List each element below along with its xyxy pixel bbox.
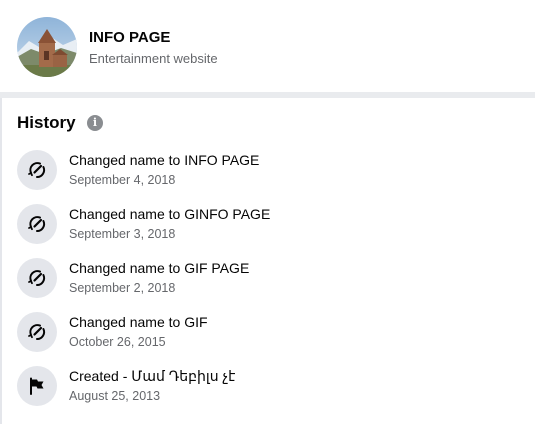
history-item-date: September 4, 2018 xyxy=(69,173,176,187)
history-item: Changed name to INFO PAGE September 4, 2… xyxy=(0,144,535,198)
history-list: Changed name to INFO PAGE September 4, 2… xyxy=(0,144,535,414)
history-item: Changed name to GIF PAGE September 2, 20… xyxy=(0,252,535,306)
history-item-date: October 26, 2015 xyxy=(69,335,166,349)
section-divider xyxy=(0,92,535,98)
history-item-title: Changed name to GIF xyxy=(69,314,208,330)
history-item-date: August 25, 2013 xyxy=(69,389,161,403)
history-item-date: September 2, 2018 xyxy=(69,281,176,295)
history-item-date: September 3, 2018 xyxy=(69,227,176,241)
history-item: Changed name to GINFO PAGE September 3, … xyxy=(0,198,535,252)
history-item: Created - Մամ Դեբիլս չէ August 25, 2013 xyxy=(0,360,535,414)
page-category: Entertainment website xyxy=(89,51,218,66)
rename-icon xyxy=(17,150,57,190)
rename-icon xyxy=(17,258,57,298)
history-item-title: Changed name to GIF PAGE xyxy=(69,260,250,276)
rename-icon xyxy=(17,312,57,352)
info-icon[interactable]: i xyxy=(87,115,103,131)
page-avatar[interactable] xyxy=(17,17,77,77)
history-item-title: Created - Մամ Դեբիլս չէ xyxy=(69,368,236,384)
history-item-title: Changed name to GINFO PAGE xyxy=(69,206,271,222)
page-name[interactable]: INFO PAGE xyxy=(89,29,170,46)
flag-icon xyxy=(17,366,57,406)
history-item-title: Changed name to INFO PAGE xyxy=(69,152,260,168)
history-title: History xyxy=(17,113,76,132)
page-header: INFO PAGE Entertainment website xyxy=(0,0,535,92)
history-item: Changed name to GIF October 26, 2015 xyxy=(0,306,535,360)
rename-icon xyxy=(17,204,57,244)
